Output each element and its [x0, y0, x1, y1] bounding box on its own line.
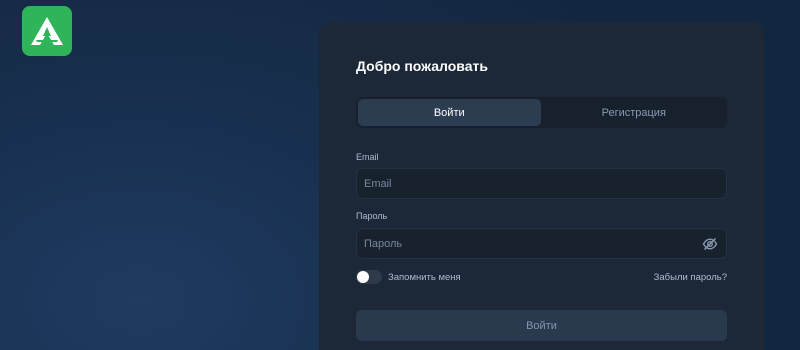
- tab-login[interactable]: Войти: [358, 99, 541, 126]
- app-logo[interactable]: [22, 6, 72, 56]
- password-field[interactable]: [357, 229, 726, 258]
- eye-off-icon[interactable]: [702, 236, 718, 252]
- login-button[interactable]: Войти: [356, 310, 727, 341]
- email-label: Email: [356, 152, 379, 162]
- remember-toggle[interactable]: [356, 270, 382, 284]
- login-card: Добро пожаловать Войти Регистрация Email…: [319, 22, 764, 350]
- triangle-a-logo-icon: [31, 17, 63, 45]
- remember-label: Запомнить меня: [388, 271, 461, 283]
- toggle-knob: [357, 271, 369, 283]
- email-field-wrapper: [356, 168, 727, 199]
- auth-tabs: Войти Регистрация: [356, 97, 727, 128]
- email-field[interactable]: [357, 169, 726, 198]
- password-label: Пароль: [356, 211, 388, 221]
- tab-register[interactable]: Регистрация: [543, 99, 726, 126]
- remember-me: Запомнить меня: [356, 270, 461, 284]
- forgot-password-link[interactable]: Забыли пароль?: [654, 272, 727, 283]
- page-title: Добро пожаловать: [356, 58, 488, 74]
- password-field-wrapper: [356, 228, 727, 259]
